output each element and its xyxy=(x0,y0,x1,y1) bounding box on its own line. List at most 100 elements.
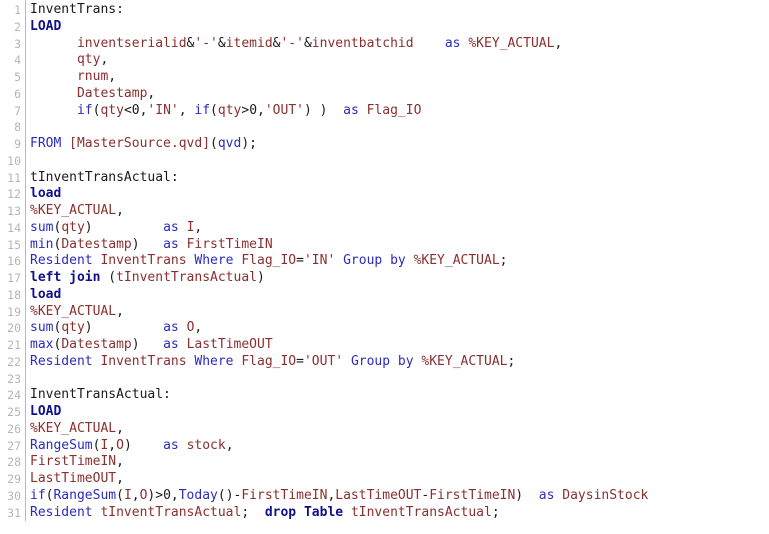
code-line[interactable]: FROM [MasterSource.qvd](qvd); xyxy=(30,136,769,153)
token-id: qty xyxy=(61,219,85,235)
token-id: tInventTransActual xyxy=(350,504,492,520)
token-kw: Resident xyxy=(30,253,93,269)
token-fn: RangeSum xyxy=(53,487,117,503)
token-id: qty xyxy=(100,102,124,118)
token-fn: if xyxy=(194,102,211,118)
token-id: tInventTransActual xyxy=(116,270,257,285)
token-punct: ) xyxy=(131,236,140,252)
token-str: '-' xyxy=(194,35,218,51)
token-punct: , xyxy=(116,471,124,486)
token-key: %KEY_ACTUAL xyxy=(30,420,117,436)
code-line[interactable] xyxy=(30,153,769,170)
token-punct: , xyxy=(131,487,140,503)
code-line[interactable]: Resident tInventTransActual; drop Table … xyxy=(30,505,769,522)
token-punct: ) xyxy=(257,270,265,285)
code-line[interactable]: Resident InventTrans Where Flag_IO='IN' … xyxy=(30,253,769,270)
token-id: qty xyxy=(217,102,242,118)
token-kw: as xyxy=(163,219,179,235)
line-number: 27 xyxy=(7,438,21,453)
token-punct: , xyxy=(116,454,124,470)
token-id: itemid xyxy=(225,35,273,51)
script-editor[interactable]: 1 2 3 4 5 6 7 8 9 10 11 12 13 14 15 16 17 18 19 20 21 22 23 24 2… xyxy=(0,0,769,534)
token-punct: , xyxy=(116,420,124,436)
code-line[interactable]: load xyxy=(30,287,769,304)
code-line[interactable]: %KEY_ACTUAL, xyxy=(30,203,769,220)
token-file: [MasterSource.qvd] xyxy=(69,136,211,151)
token-punct: ; xyxy=(499,253,508,269)
token-punct: ) ) xyxy=(303,102,328,118)
code-line[interactable]: LOAD xyxy=(30,19,769,36)
token-punct: > xyxy=(155,487,164,503)
token-punct: , xyxy=(225,437,234,453)
token-id: O xyxy=(116,437,124,453)
token-id: inventserialid xyxy=(76,35,187,51)
token-id: qty xyxy=(61,320,85,336)
token-punct: ) xyxy=(131,337,140,352)
code-line[interactable]: min(Datestamp) as FirstTimeIN xyxy=(30,237,769,254)
line-number: 17 xyxy=(7,271,21,285)
token-str: 'IN' xyxy=(303,253,336,269)
token-punct: ); xyxy=(241,136,257,151)
token-fn: max xyxy=(30,337,54,352)
code-line[interactable]: tInventTransActual: xyxy=(30,170,769,187)
code-line[interactable]: inventserialid&'-'&itemid&'-'&inventbatc… xyxy=(30,36,769,53)
line-number-gutter: 1 2 3 4 5 6 7 8 9 10 11 12 13 14 15 16 17 18 19 20 21 22 23 24 2… xyxy=(0,0,26,522)
code-line[interactable]: Resident InventTrans Where Flag_IO='OUT'… xyxy=(30,354,769,371)
code-line[interactable]: if(RangeSum(I,O)>0,Today()-FirstTimeIN,L… xyxy=(30,488,769,505)
code-line[interactable]: FirstTimeIN, xyxy=(30,454,769,471)
code-line[interactable]: sum(qty) as I, xyxy=(30,220,769,237)
token-id: Flag_IO xyxy=(241,353,297,369)
code-line[interactable]: InventTransActual: xyxy=(30,387,769,404)
token-id: LastTimeOUT xyxy=(30,471,117,486)
line-number: 22 xyxy=(7,354,21,369)
token-id: tInventTransActual xyxy=(100,504,242,520)
code-line[interactable]: left join (tInventTransActual) xyxy=(30,270,769,287)
token-id: I xyxy=(123,487,132,503)
line-number: 21 xyxy=(7,338,21,352)
line-number: 4 xyxy=(14,53,21,68)
token-kw: Group by xyxy=(350,353,414,369)
code-line[interactable]: InventTrans: xyxy=(30,2,769,19)
code-line[interactable]: LastTimeOUT, xyxy=(30,471,769,488)
code-line[interactable]: qty, xyxy=(30,52,769,69)
code-line[interactable]: rnum, xyxy=(30,69,769,86)
token-punct: , xyxy=(108,437,117,453)
token-punct: , xyxy=(170,487,179,503)
token-str: '-' xyxy=(280,35,304,51)
code-line[interactable]: max(Datestamp) as LastTimeOUT xyxy=(30,337,769,354)
token-kw: as xyxy=(163,236,179,252)
token-id: FirstTimeIN xyxy=(429,487,516,503)
code-line[interactable]: RangeSum(I,O) as stock, xyxy=(30,438,769,455)
line-number: 18 xyxy=(7,287,21,302)
code-line[interactable] xyxy=(30,371,769,388)
token-id: DaysinStock xyxy=(562,487,649,503)
line-number: 20 xyxy=(7,321,21,336)
token-kw: as xyxy=(444,35,461,51)
code-line[interactable] xyxy=(30,119,769,136)
code-line[interactable]: LOAD xyxy=(30,404,769,421)
code-line[interactable]: if(qty<0,'IN', if(qty>0,'OUT') ) as Flag… xyxy=(30,103,769,120)
token-key: %KEY_ACTUAL xyxy=(468,35,555,51)
code-line[interactable]: Datestamp, xyxy=(30,86,769,103)
line-number: 28 xyxy=(7,455,21,470)
token-id: rnum xyxy=(76,69,109,84)
code-line[interactable]: sum(qty) as O, xyxy=(30,320,769,337)
line-number: 6 xyxy=(14,86,21,101)
line-number: 9 xyxy=(14,137,21,151)
code-line[interactable]: %KEY_ACTUAL, xyxy=(30,421,769,438)
token-kwb: load xyxy=(30,286,62,302)
code-content[interactable]: InventTrans: LOAD inventserialid&'-'&item… xyxy=(26,0,769,521)
line-number: 24 xyxy=(7,388,21,403)
token-punct: = xyxy=(296,253,304,269)
code-line[interactable]: load xyxy=(30,186,769,203)
line-number: 10 xyxy=(7,153,21,168)
token-plain: InventTransActual: xyxy=(30,387,171,403)
token-punct: ; xyxy=(241,504,250,520)
code-line[interactable]: %KEY_ACTUAL, xyxy=(30,304,769,321)
token-punct: ( xyxy=(210,136,218,151)
token-kw: as xyxy=(343,102,359,118)
token-punct: , xyxy=(147,85,156,101)
